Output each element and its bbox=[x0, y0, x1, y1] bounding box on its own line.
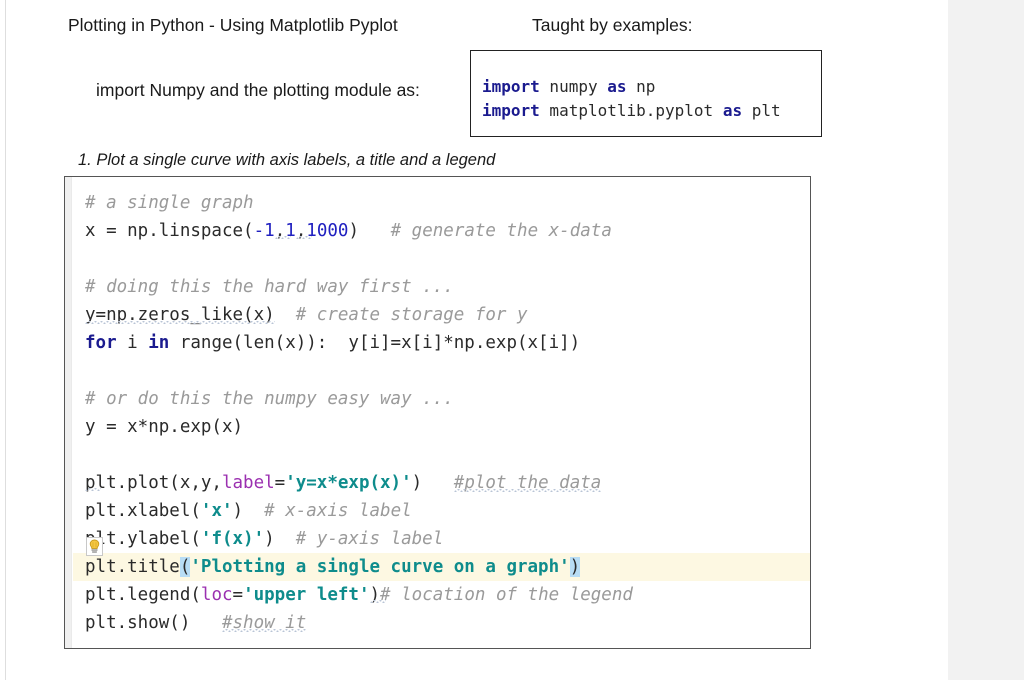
code-line[interactable]: plt.ylabel('f(x)') # y-axis label bbox=[73, 525, 810, 553]
plt-xlabel-call: plt.xlabel( bbox=[85, 501, 201, 521]
import-keyword-2: import bbox=[482, 101, 540, 120]
plt-title-call: plt.title bbox=[85, 557, 180, 577]
code-line-blank[interactable] bbox=[73, 357, 810, 385]
code-line[interactable]: plt.show() #show it bbox=[73, 609, 810, 637]
close-paren: ) bbox=[411, 473, 423, 493]
number-literal: 1000 bbox=[306, 221, 349, 241]
import-caption-label: import Numpy and the plotting module as: bbox=[96, 80, 420, 100]
comment-legend-location: # location of the legend bbox=[380, 585, 633, 605]
code-line[interactable]: y = x*np.exp(x) bbox=[73, 413, 810, 441]
comment-x-axis-label: # x-axis label bbox=[264, 501, 412, 521]
comment-generate-xdata: # generate the x-data bbox=[390, 221, 612, 241]
xlabel-string-literal: 'x' bbox=[200, 501, 233, 521]
code-line[interactable]: # doing this the hard way first ... bbox=[73, 273, 810, 301]
import-module-1: numpy bbox=[539, 77, 608, 96]
plt-show-call: plt.show() bbox=[85, 613, 191, 633]
import-module-2: matplotlib.pyplot bbox=[539, 101, 723, 120]
as-keyword-2: as bbox=[722, 101, 743, 120]
comma: , bbox=[295, 221, 307, 241]
code-line[interactable]: plt.legend(loc='upper left')# location o… bbox=[73, 581, 810, 609]
close-paren: ) bbox=[264, 529, 275, 549]
number-literal: -1 bbox=[253, 221, 275, 241]
code-line[interactable]: x = np.linspace(-1,1,1000) # generate th… bbox=[73, 217, 810, 245]
comment-plot-the-data: #plot the data bbox=[453, 473, 602, 493]
page-title: Plotting in Python - Using Matplotlib Py… bbox=[68, 15, 398, 35]
taught-by-label: Taught by examples: bbox=[532, 15, 693, 35]
linspace-call: x = np.linspace( bbox=[85, 221, 254, 241]
label-string-literal: 'y=x*exp(x)' bbox=[285, 473, 412, 493]
import-code-box: import numpy as np import matplotlib.pyp… bbox=[470, 50, 822, 137]
close-paren: ) bbox=[232, 501, 244, 521]
equals-sign: = bbox=[274, 473, 286, 493]
equals-sign: = bbox=[232, 585, 244, 605]
vectorized-assignment: y = x*np.exp(x) bbox=[85, 417, 244, 437]
import-alias-2: plt bbox=[742, 101, 781, 120]
loop-body: range(len(x)): y[i]=x[i]*np.exp(x[i]) bbox=[169, 333, 581, 353]
import-code-text: import numpy as np import matplotlib.pyp… bbox=[482, 75, 781, 123]
comment-single-graph: # a single graph bbox=[85, 193, 254, 213]
section-heading: 1. Plot a single curve with axis labels,… bbox=[78, 151, 496, 169]
import-alias-1: np bbox=[626, 77, 656, 96]
loc-kwarg: loc bbox=[200, 585, 233, 605]
code-line[interactable]: plt.plot(x,y,label='y=x*exp(x)') #plot t… bbox=[73, 469, 810, 497]
code-area[interactable]: # a single graph x = np.linspace(-1,1,10… bbox=[73, 177, 810, 648]
comment-show-it: #show it bbox=[221, 613, 307, 633]
code-line-current[interactable]: plt.title('Plotting a single curve on a … bbox=[73, 553, 810, 581]
code-line[interactable]: y=np.zeros_like(x) # create storage for … bbox=[73, 301, 810, 329]
code-line[interactable]: # or do this the numpy easy way ... bbox=[73, 385, 810, 413]
comment-create-storage: # create storage for y bbox=[295, 305, 528, 325]
lightbulb-icon[interactable] bbox=[86, 537, 103, 556]
close-paren: ) bbox=[369, 585, 381, 605]
comment-hard-way: # doing this the hard way first ... bbox=[85, 277, 454, 297]
code-line[interactable]: # a single graph bbox=[73, 189, 810, 217]
code-line[interactable]: plt.xlabel('x') # x-axis label bbox=[73, 497, 810, 525]
import-keyword-1: import bbox=[482, 77, 540, 96]
plt-legend-call: plt.legend( bbox=[85, 585, 201, 605]
zeros-like-assignment: y=np.zeros_like(x) bbox=[85, 305, 275, 325]
editor-gutter[interactable] bbox=[65, 177, 72, 648]
loc-string-literal: 'upper left' bbox=[243, 585, 370, 605]
code-line-blank[interactable] bbox=[73, 245, 810, 273]
label-kwarg: label bbox=[221, 473, 275, 493]
comment-numpy-easy-way: # or do this the numpy easy way ... bbox=[85, 389, 454, 409]
left-edge-rule bbox=[5, 0, 6, 680]
loop-variable: i bbox=[116, 333, 149, 353]
in-keyword: in bbox=[148, 333, 170, 353]
code-line-blank[interactable] bbox=[73, 441, 810, 469]
plt-plot-call: plt.plot(x,y, bbox=[85, 473, 222, 493]
comment-y-axis-label: # y-axis label bbox=[295, 529, 444, 549]
open-paren-matched: ( bbox=[179, 557, 191, 577]
main-code-box[interactable]: # a single graph x = np.linspace(-1,1,10… bbox=[64, 176, 811, 649]
title-string-literal: 'Plotting a single curve on a graph' bbox=[190, 557, 570, 577]
as-keyword-1: as bbox=[607, 77, 627, 96]
close-paren-matched: ) bbox=[569, 557, 581, 577]
close-paren: ) bbox=[348, 221, 359, 241]
comma: , bbox=[274, 221, 286, 241]
code-line[interactable]: for i in range(len(x)): y[i]=x[i]*np.exp… bbox=[73, 329, 810, 357]
ylabel-string-literal: 'f(x)' bbox=[200, 529, 265, 549]
page-root: Plotting in Python - Using Matplotlib Py… bbox=[0, 0, 1024, 680]
right-side-panel bbox=[948, 0, 1024, 680]
for-keyword: for bbox=[85, 333, 117, 353]
